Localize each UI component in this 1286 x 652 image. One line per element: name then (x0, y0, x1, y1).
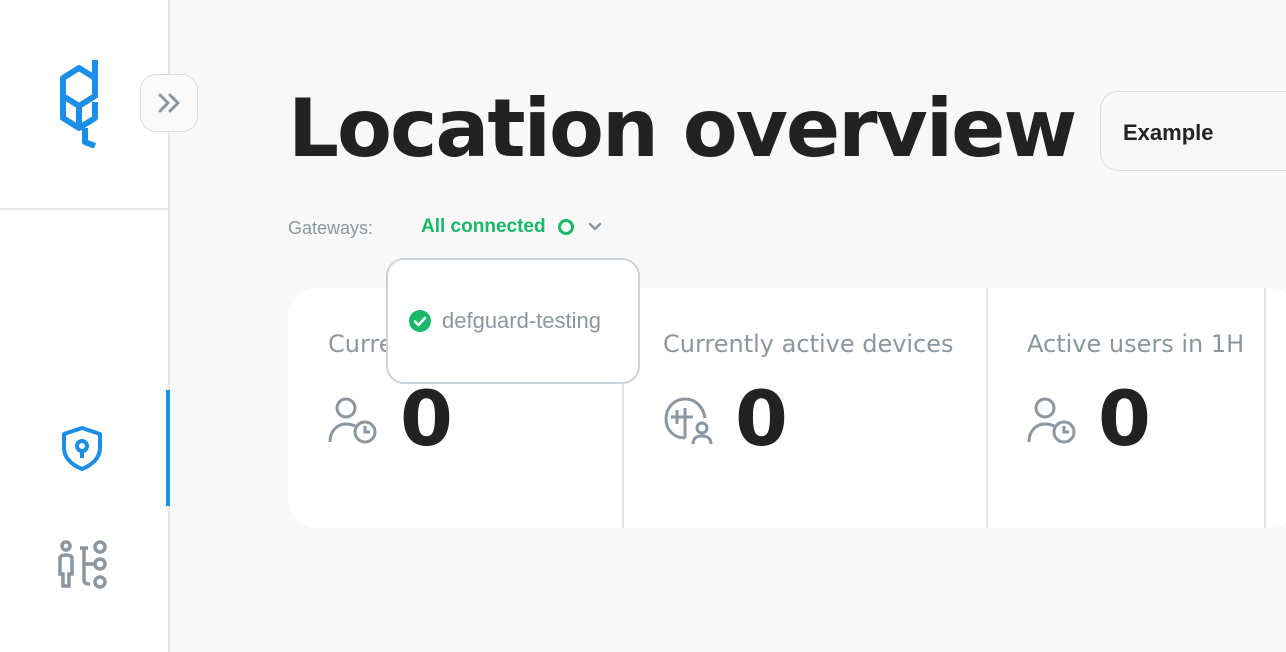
page-title: Location overview (288, 82, 1077, 175)
stat-active-users-1h: Active users in 1H 0 (988, 288, 1264, 528)
sidebar (0, 0, 198, 652)
location-select[interactable]: Example (1100, 91, 1286, 171)
stat-active-devices: Currently active devices 0 (624, 288, 986, 528)
user-clock-icon (328, 397, 377, 444)
check-circle-icon (409, 310, 431, 332)
chevron-down-icon (588, 222, 601, 231)
network-device-icon (664, 397, 713, 445)
stat-value: 0 (735, 374, 788, 463)
defguard-logo-icon (60, 60, 98, 148)
status-dot-icon (557, 219, 574, 235)
gateways-dropdown: defguard-testing (386, 258, 640, 384)
gateways-label: Gateways: (288, 218, 374, 238)
sidebar-active-indicator (166, 390, 170, 506)
gateways-status-toggle[interactable]: All connected (421, 216, 602, 238)
sidebar-item-network-devices[interactable] (0, 530, 168, 600)
double-chevron-right-icon (158, 93, 180, 113)
gateway-item[interactable]: defguard-testing (408, 308, 601, 334)
devices-icon (58, 540, 107, 589)
stat-value: 0 (1098, 374, 1151, 463)
gateway-name: defguard-testing (442, 308, 601, 333)
sidebar-header (0, 0, 198, 210)
stat-label: Active users in 1H (1027, 330, 1245, 358)
location-select-value: Example (1123, 120, 1214, 145)
stat-label: Currently active devices (663, 330, 954, 358)
gateways-status-text: All connected (421, 216, 546, 237)
sidebar-item-vpn-locations[interactable] (0, 390, 168, 506)
stat-value: 0 (400, 374, 453, 463)
expand-sidebar-button[interactable] (140, 74, 198, 132)
stat-divider (1264, 288, 1266, 528)
shield-lock-icon (62, 426, 102, 471)
user-clock-icon (1027, 397, 1076, 444)
